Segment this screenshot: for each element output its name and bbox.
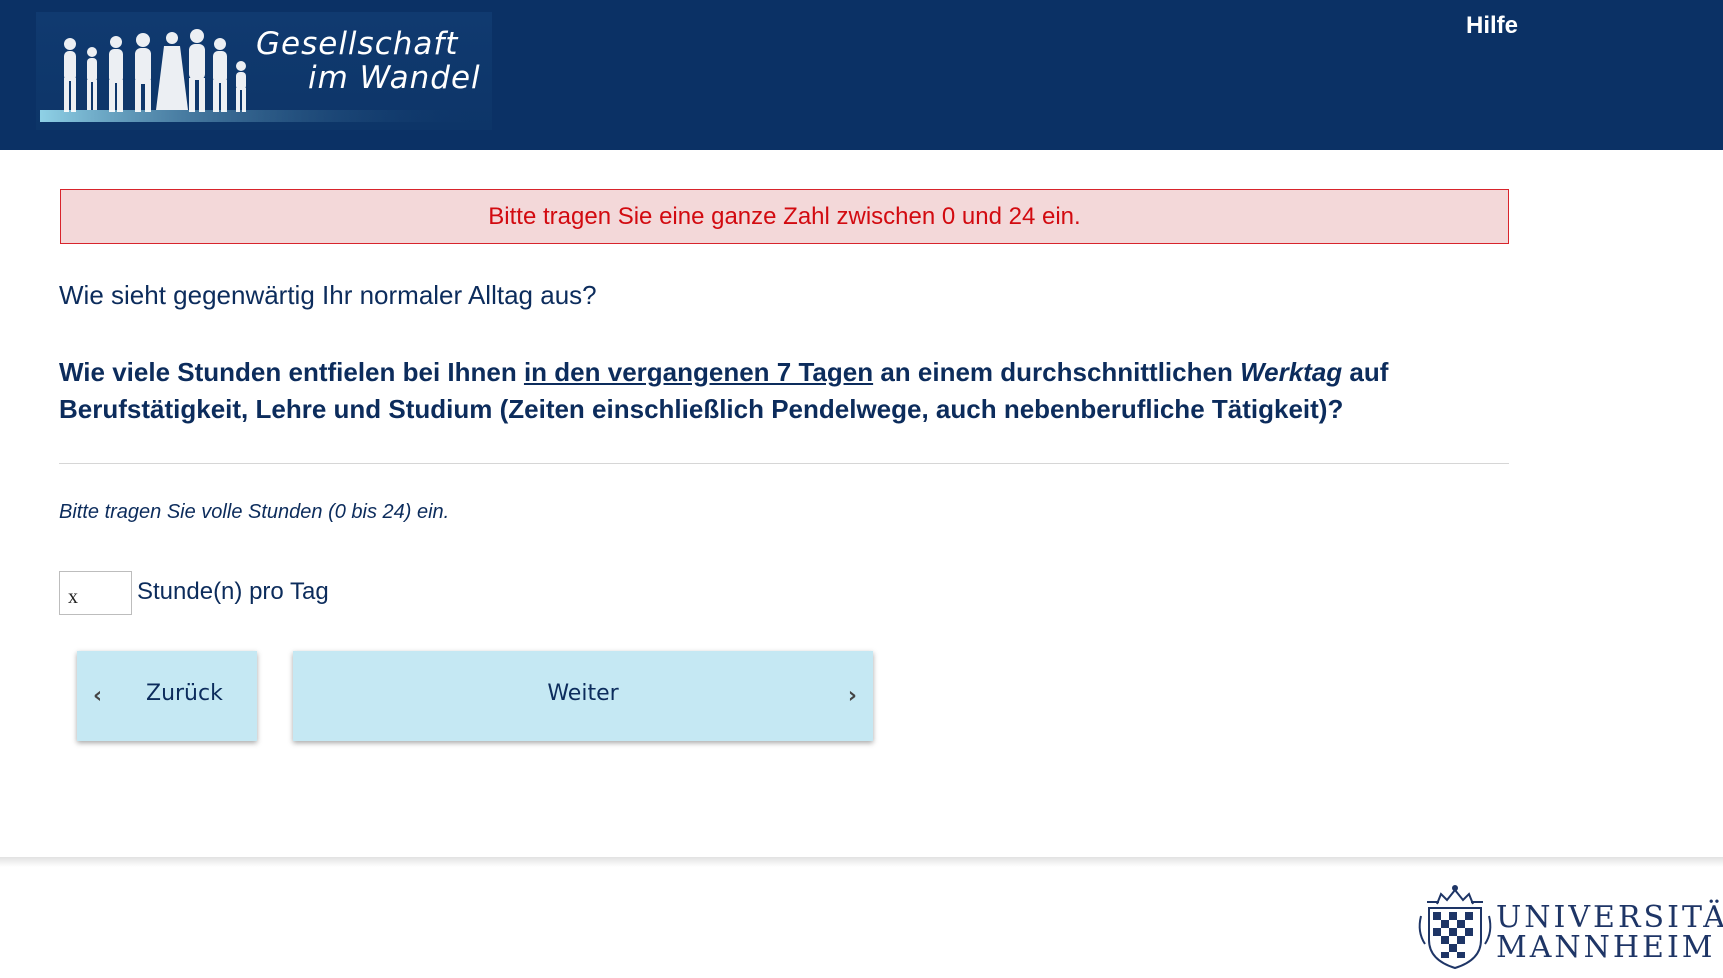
- hours-unit-label: Stunde(n) pro Tag: [137, 578, 329, 605]
- university-name-line2: MANNHEIM: [1496, 930, 1716, 965]
- chevron-left-icon: ‹: [93, 683, 103, 709]
- question-text-part1: Wie viele Stunden entfielen bei Ihnen: [59, 357, 524, 387]
- hours-input[interactable]: [59, 571, 132, 615]
- logo-text-line2: im Wandel: [308, 60, 481, 96]
- university-name-line1: UNIVERSITÄT: [1496, 900, 1723, 935]
- error-alert: Bitte tragen Sie eine ganze Zahl zwische…: [60, 189, 1509, 244]
- error-message: Bitte tragen Sie eine ganze Zahl zwische…: [488, 202, 1081, 230]
- back-button[interactable]: ‹ Zurück: [77, 651, 257, 741]
- next-button[interactable]: Weiter ›: [293, 651, 873, 741]
- footer-divider: [0, 857, 1723, 867]
- site-header: Gesellschaft im Wandel Hilfe: [0, 0, 1723, 150]
- university-name: UNIVERSITÄT MANNHEIM: [1496, 903, 1723, 963]
- gesellschaft-im-wandel-logo: Gesellschaft im Wandel: [36, 12, 492, 130]
- question-text-part2: an einem durchschnittlichen: [873, 357, 1241, 387]
- question-text-italic: Werktag: [1240, 357, 1343, 387]
- logo-text-line1: Gesellschaft: [256, 26, 459, 62]
- chevron-right-icon: ›: [847, 683, 857, 709]
- divider: [59, 463, 1509, 464]
- question-text-underlined: in den vergangenen 7 Tagen: [523, 357, 874, 387]
- back-button-label: Zurück: [146, 681, 223, 706]
- university-crest-icon: [1418, 885, 1492, 970]
- help-link[interactable]: Hilfe: [1466, 12, 1518, 40]
- next-button-label: Weiter: [547, 681, 619, 706]
- question-intro: Wie sieht gegenwärtig Ihr normaler Allta…: [59, 280, 597, 310]
- input-hint: Bitte tragen Sie volle Stunden (0 bis 24…: [59, 501, 450, 523]
- question-text: Wie viele Stunden entfielen bei Ihnen in…: [59, 354, 1519, 428]
